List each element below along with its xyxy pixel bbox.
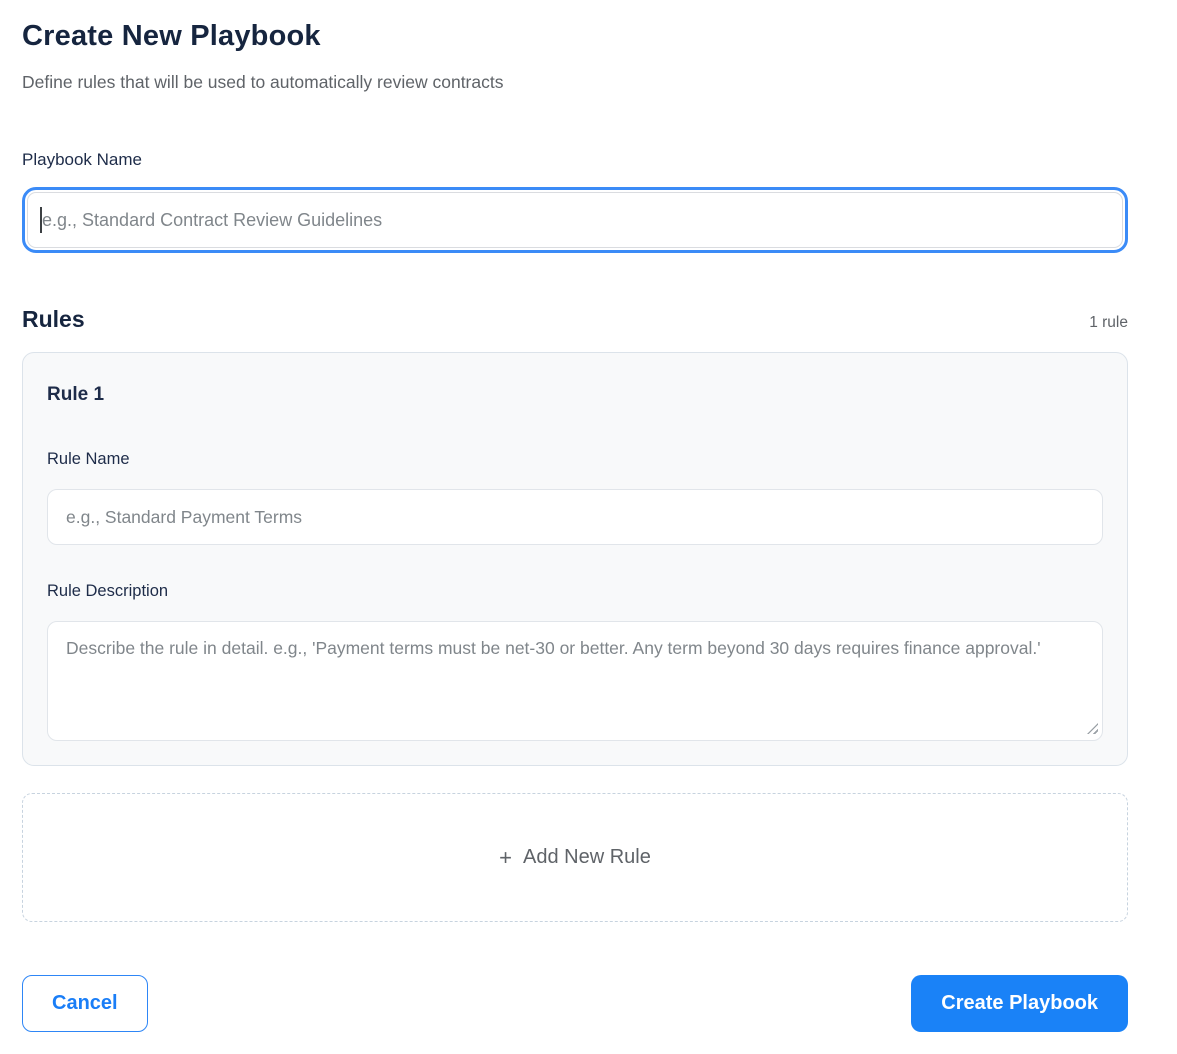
rule-description-wrapper [47, 621, 1103, 741]
add-new-rule-label: Add New Rule [523, 846, 651, 868]
create-playbook-button[interactable]: Create Playbook [911, 975, 1128, 1032]
rule-card: Rule 1 Rule Name Rule Description [22, 352, 1128, 766]
rules-heading: Rules [22, 306, 85, 332]
footer-actions: Cancel Create Playbook [22, 975, 1128, 1032]
rule-count-badge: 1 rule [1089, 314, 1128, 331]
rules-header: Rules 1 rule [22, 305, 1128, 333]
rule-description-textarea[interactable] [47, 621, 1103, 741]
playbook-name-input[interactable] [27, 192, 1123, 248]
add-new-rule-button[interactable]: + Add New Rule [22, 793, 1128, 922]
plus-icon: + [499, 844, 512, 870]
page-title: Create New Playbook [22, 20, 321, 52]
rule-name-label: Rule Name [47, 450, 130, 468]
cancel-button[interactable]: Cancel [22, 975, 148, 1032]
page-subtitle: Define rules that will be used to automa… [22, 72, 504, 92]
playbook-name-label: Playbook Name [22, 150, 143, 169]
create-playbook-page: Create New Playbook Define rules that wi… [22, 0, 1128, 1032]
rule-name-input[interactable] [47, 489, 1103, 545]
playbook-name-focus-ring [22, 187, 1128, 253]
text-caret [40, 207, 42, 233]
rule-title: Rule 1 [47, 384, 105, 405]
rule-description-label: Rule Description [47, 582, 169, 600]
